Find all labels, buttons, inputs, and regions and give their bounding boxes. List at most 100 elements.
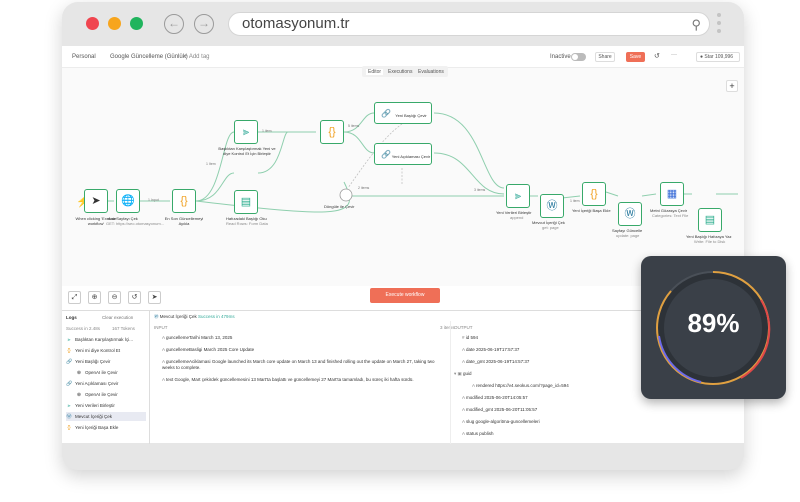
http-node[interactable]: 🌐: [116, 189, 140, 213]
clear-execution-button[interactable]: Clear execution: [102, 313, 133, 322]
output-value: 594: [470, 335, 479, 340]
output-row[interactable]: ▾ ▣ guid: [454, 371, 472, 377]
log-item[interactable]: 🔗 Yeni Açıklaması Çevir: [66, 379, 118, 388]
wordpress-icon: Ⓦ: [154, 314, 159, 319]
merge-icon: ⫸: [67, 337, 71, 343]
code1-node[interactable]: {}: [172, 189, 196, 213]
openai2-node[interactable]: 🔗 Yeni Açıklaması Çevir: [374, 143, 432, 165]
tab-evaluations[interactable]: Evaluations: [418, 69, 444, 75]
openai1-node[interactable]: 🔗 Yeni Başlığı Çevir: [374, 102, 432, 124]
trigger-node[interactable]: ➤: [84, 189, 108, 213]
compare-node[interactable]: ⫸: [234, 120, 258, 144]
output-value: google-algoritma-guncellemeleri: [475, 419, 540, 424]
expand-caret-icon[interactable]: ▾ ▣: [454, 371, 463, 376]
wp1-node[interactable]: Ⓦ: [540, 194, 564, 218]
input-row: A guncellemeAciklamasi Google launched i…: [162, 359, 442, 371]
zoom-out-button[interactable]: ⊖: [108, 291, 121, 304]
input-value: Google, Mart çekirdek güncellemesini 13 …: [174, 377, 414, 382]
output-key: modified: [466, 395, 484, 400]
output-row: A slug google-algoritma-guncellemeleri: [462, 419, 540, 425]
output-key: modified_gmt: [466, 407, 494, 412]
edge-label: 1 Input: [148, 198, 159, 202]
tab-executions[interactable]: Executions: [388, 69, 412, 75]
input-header: INPUT: [154, 325, 168, 330]
connections-layer: [100, 112, 738, 213]
code3-node[interactable]: {}: [582, 182, 606, 206]
log-item[interactable]: ⊛ OpenAI ile Çevir: [76, 390, 118, 399]
docs-node[interactable]: ▦: [660, 182, 684, 206]
log-item[interactable]: ⫸ Yeni Verileri Birleştir: [66, 401, 115, 410]
openai1-node-label: Yeni Başlığı Çevir: [395, 113, 427, 118]
pointer-tool-button[interactable]: ➤: [148, 291, 161, 304]
reset-zoom-button[interactable]: ↺: [128, 291, 141, 304]
input-row: A guncellemeTarihi March 13, 2025: [162, 335, 232, 341]
add-node-button[interactable]: +: [726, 80, 738, 92]
close-dot[interactable]: [86, 17, 99, 30]
fit-view-button[interactable]: ⤢: [68, 291, 81, 304]
output-row: # id 594: [462, 335, 478, 341]
docs-node-sub: Categories: Text File: [652, 213, 689, 218]
log-item-selected[interactable]: Ⓦ Mevcut İçeriği Çek: [66, 412, 146, 421]
output-value: 2025-06-20T11:05:57: [494, 407, 538, 412]
tab-editor[interactable]: Editor: [366, 69, 384, 75]
openai-icon: ⊛: [76, 392, 82, 398]
owner-label[interactable]: Personal: [72, 54, 96, 60]
output-row: A modified_gmt 2025-06-20T11:05:57: [462, 407, 537, 413]
wordpress-icon: Ⓦ: [624, 208, 636, 220]
compare-node-label: Başlıktan Karşılaştırmak Yeni ve diye Ko…: [218, 146, 276, 156]
sheet2-node[interactable]: ▤: [698, 208, 722, 232]
wp2-node[interactable]: Ⓦ: [618, 202, 642, 226]
workflow-canvas[interactable]: ⚡ ➤ When clicking 'Execute workflow' 🌐 A…: [62, 68, 744, 286]
output-value: publish: [479, 431, 494, 436]
log-item-label: Yeni Verileri Birleştir: [75, 403, 115, 408]
save-button[interactable]: Save: [626, 52, 645, 62]
wordpress-icon: Ⓦ: [546, 200, 558, 212]
node-detail-header: Ⓦ Mevcut İçeriği Çek Success in 479ms: [154, 314, 235, 320]
input-row: A text Google, Mart çekirdek güncellemes…: [162, 377, 442, 383]
edge-label: 5 items: [348, 124, 360, 128]
add-tag-link[interactable]: + Add tag: [184, 54, 210, 60]
workflow-title[interactable]: Google Güncelleme (Günlük): [110, 54, 188, 60]
input-key: guncellemeTarihi: [166, 335, 200, 340]
github-star-button[interactable]: ● Star 109,996: [696, 52, 740, 62]
inactive-label: Inactive: [550, 54, 571, 60]
search-icon[interactable]: ⚲: [691, 14, 701, 36]
edge-label: 1 item: [262, 129, 272, 133]
history-icon[interactable]: ↺: [654, 52, 660, 60]
output-row: A date_gmt 2025-06-19T14:57:37: [462, 359, 529, 365]
output-value: 2025-06-20T14:05:57: [484, 395, 528, 400]
node-detail-title: Mevcut İçeriği Çek: [159, 314, 197, 319]
kebab-menu-icon[interactable]: [717, 13, 721, 37]
log-item[interactable]: 🔗 Yeni Başlığı Çevir: [66, 357, 110, 366]
edge-label: 3 items: [474, 188, 486, 192]
zoom-in-button[interactable]: ⊕: [88, 291, 101, 304]
log-item[interactable]: ⫸ Başlıktan Karşılaştırmak İçi...: [66, 335, 133, 344]
more-menu-button[interactable]: ···: [671, 52, 677, 58]
log-item-label: Yeni mi diye Kontrol Et: [75, 348, 121, 353]
active-toggle[interactable]: [571, 53, 586, 61]
maximize-dot[interactable]: [130, 17, 143, 30]
globe-icon: 🌐: [121, 195, 135, 207]
log-item[interactable]: {} Yeni İçeriği Başa Ekle: [66, 423, 118, 432]
wordpress-icon: Ⓦ: [66, 414, 72, 420]
share-button[interactable]: Share: [595, 52, 615, 62]
sheet-node[interactable]: ▤: [234, 190, 258, 214]
merge2-node[interactable]: ⫸: [506, 184, 530, 208]
input-row: A guncellemeBasligi March 2025 Core Upda…: [162, 347, 254, 353]
log-item[interactable]: ⊛ OpenAI ile Çevir: [76, 368, 118, 377]
log-item-label: Yeni Başlığı Çevir: [75, 359, 111, 364]
execute-workflow-button[interactable]: Execute workflow: [370, 288, 440, 303]
cursor-icon: ➤: [91, 195, 101, 207]
address-bar[interactable]: otomasyonum.tr ⚲: [228, 12, 710, 36]
link-icon: 🔗: [381, 150, 391, 159]
code2-node[interactable]: {}: [320, 120, 344, 144]
input-key: text: [166, 377, 174, 382]
minimize-dot[interactable]: [108, 17, 121, 30]
log-item[interactable]: {} Yeni mi diye Kontrol Et: [66, 346, 120, 355]
http-node-sub: GET: https://seo.otomasyonum...: [106, 221, 165, 226]
wp2-node-sub: update: page: [616, 233, 640, 238]
back-arrow-icon[interactable]: ←: [164, 14, 184, 34]
code1-node-label: En Son Güncellemeyi Ayıkla: [164, 216, 204, 226]
workflow-topbar: Personal Google Güncelleme (Günlük) + Ad…: [62, 46, 744, 68]
forward-arrow-icon[interactable]: →: [194, 14, 214, 34]
